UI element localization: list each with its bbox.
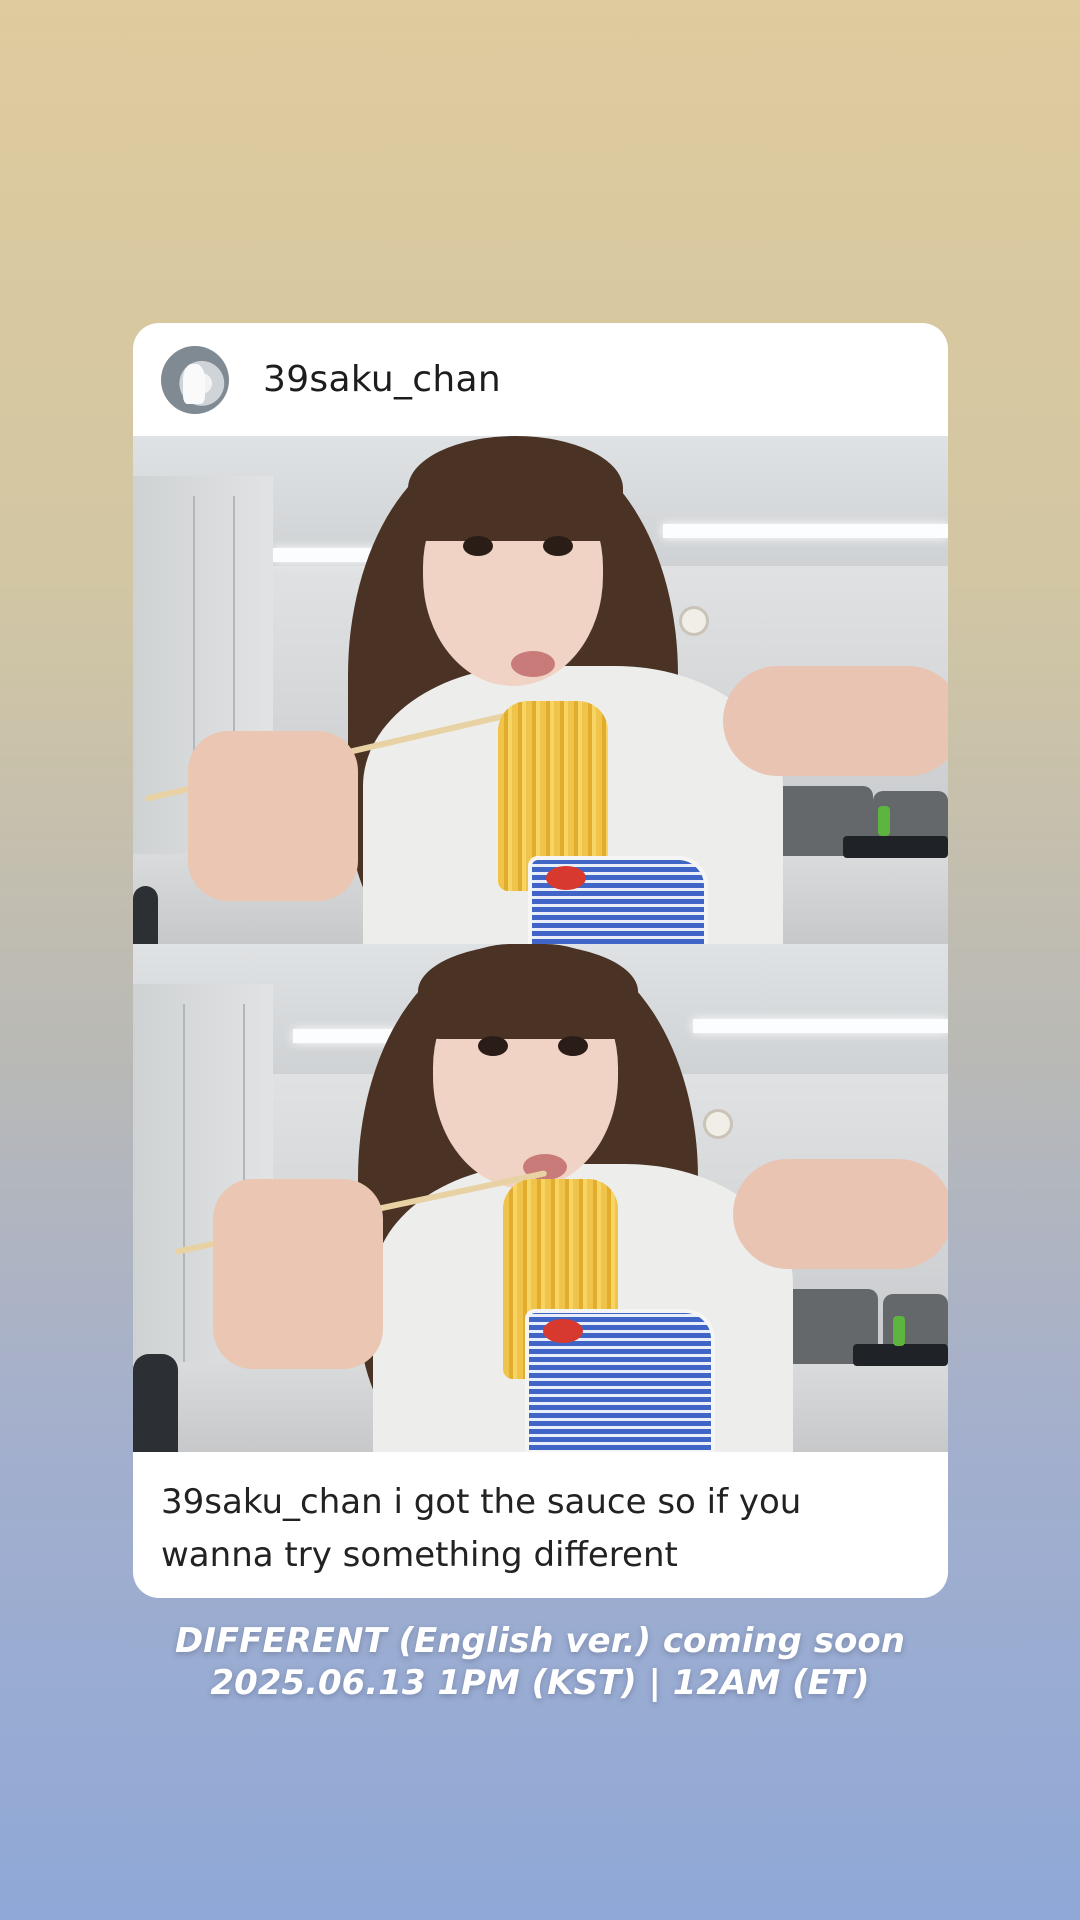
- chair: [133, 886, 158, 944]
- chair: [133, 1354, 178, 1452]
- post-caption: 39saku_chan i got the sauce so if you wa…: [161, 1482, 802, 1575]
- promo-line-title: DIFFERENT (English ver.) coming soon: [175, 1621, 905, 1661]
- lips: [511, 651, 555, 677]
- cup-logo: [546, 866, 586, 890]
- eye: [543, 536, 573, 556]
- arm: [733, 1159, 948, 1269]
- bangs: [418, 944, 638, 1039]
- green-bottle: [878, 806, 890, 836]
- ceiling-light: [663, 524, 948, 538]
- eye: [558, 1036, 588, 1056]
- post-header: 39saku_chan: [133, 323, 948, 436]
- wall-clock: [679, 606, 709, 636]
- eye: [478, 1036, 508, 1056]
- ceiling-light: [693, 1019, 948, 1033]
- green-bottle: [893, 1316, 905, 1346]
- post-username[interactable]: 39saku_chan: [263, 359, 501, 400]
- promo-line-date: 2025.06.13 1PM (KST) | 12AM (ET): [210, 1663, 870, 1703]
- cup-logo: [543, 1319, 583, 1343]
- arm: [723, 666, 948, 776]
- release-announcement: DIFFERENT (English ver.) coming soon 202…: [0, 1620, 1080, 1704]
- instagram-post-card: 39saku_chan 39saku_chan i got the sauce …: [133, 323, 948, 1598]
- bangs: [408, 436, 623, 541]
- hand: [188, 731, 358, 901]
- wall-clock: [703, 1109, 733, 1139]
- coffee-table: [853, 1344, 948, 1366]
- coffee-table: [843, 836, 948, 858]
- selfie-photo-top: [133, 436, 948, 944]
- cabinet-seam: [183, 1004, 185, 1424]
- selfie-photo-bottom: [133, 944, 948, 1452]
- profile-avatar[interactable]: [161, 345, 229, 414]
- hand: [213, 1179, 383, 1369]
- eye: [463, 536, 493, 556]
